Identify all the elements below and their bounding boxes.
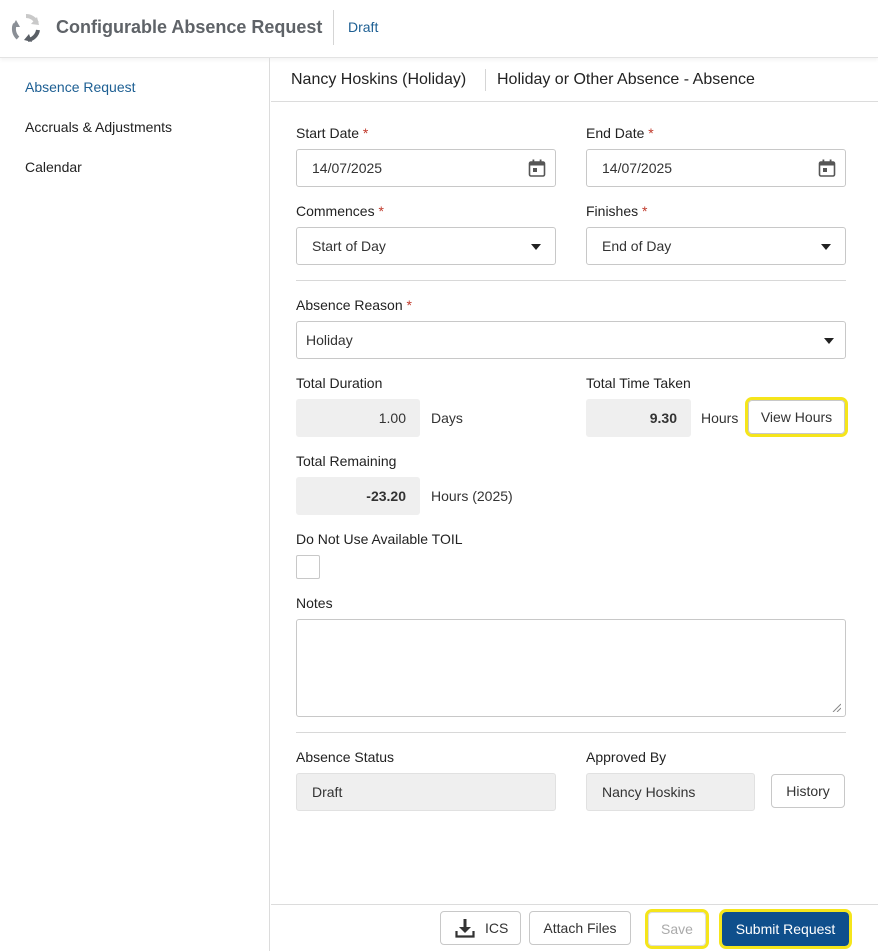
header-divider	[485, 69, 486, 91]
total-time-taken-value: 9.30	[586, 399, 691, 437]
sidebar-item-calendar[interactable]: Calendar	[25, 159, 82, 175]
absence-type: Holiday or Other Absence - Absence	[497, 71, 755, 88]
title-divider	[333, 10, 334, 45]
end-date-label: End Date *	[586, 125, 654, 141]
finishes-label: Finishes *	[586, 203, 648, 219]
top-bar: Configurable Absence Request Draft	[0, 0, 878, 58]
divider	[296, 280, 846, 281]
ics-label: ICS	[485, 920, 509, 936]
end-date-input[interactable]: 14/07/2025	[586, 149, 846, 187]
notes-textarea[interactable]	[296, 619, 846, 717]
finishes-select[interactable]: End of Day	[586, 227, 846, 265]
ics-button[interactable]: ICS	[440, 911, 521, 945]
calendar-icon[interactable]	[818, 159, 836, 177]
total-remaining-label: Total Remaining	[296, 453, 397, 469]
notes-label: Notes	[296, 595, 333, 611]
start-date-input[interactable]: 14/07/2025	[296, 149, 556, 187]
save-button[interactable]: Save	[645, 909, 709, 949]
calendar-icon[interactable]	[528, 159, 546, 177]
absence-reason-label: Absence Reason *	[296, 297, 412, 313]
toil-label: Do Not Use Available TOIL	[296, 531, 463, 547]
total-remaining-unit: Hours (2025)	[431, 488, 513, 504]
download-icon	[455, 919, 475, 938]
total-duration-unit: Days	[431, 410, 463, 426]
app-title: Configurable Absence Request	[56, 17, 323, 37]
chevron-down-icon	[531, 244, 541, 250]
sidebar-item-accruals-adjustments[interactable]: Accruals & Adjustments	[25, 119, 172, 135]
submit-request-button[interactable]: Submit Request	[719, 909, 852, 949]
refresh-cycle-icon	[11, 13, 40, 42]
attach-files-button[interactable]: Attach Files	[529, 911, 631, 945]
sidebar: Absence Request Accruals & Adjustments C…	[0, 58, 270, 951]
divider	[296, 732, 846, 733]
total-time-taken-label: Total Time Taken	[586, 375, 691, 391]
start-date-label: Start Date *	[296, 125, 369, 141]
record-status: Draft	[348, 19, 379, 35]
view-hours-button[interactable]: View Hours	[745, 397, 848, 437]
person-name: Nancy Hoskins (Holiday)	[291, 71, 467, 88]
total-remaining-value: -23.20	[296, 477, 420, 515]
chevron-down-icon	[824, 338, 834, 344]
total-time-taken-unit: Hours	[701, 410, 739, 426]
approved-by-label: Approved By	[586, 749, 667, 765]
absence-status-field: Draft	[296, 773, 556, 811]
absence-reason-select[interactable]: Holiday	[296, 321, 846, 359]
sidebar-item-absence-request[interactable]: Absence Request	[25, 79, 136, 95]
commences-label: Commences *	[296, 203, 384, 219]
toil-checkbox[interactable]	[296, 555, 320, 579]
history-button[interactable]: History	[771, 774, 845, 808]
content-header: Nancy Hoskins (Holiday) Holiday or Other…	[271, 58, 878, 102]
total-duration-label: Total Duration	[296, 375, 383, 391]
total-duration-value: 1.00	[296, 399, 420, 437]
approved-by-field: Nancy Hoskins	[586, 773, 755, 811]
chevron-down-icon	[821, 244, 831, 250]
absence-status-label: Absence Status	[296, 749, 395, 765]
resize-handle-icon[interactable]	[831, 702, 841, 712]
commences-select[interactable]: Start of Day	[296, 227, 556, 265]
